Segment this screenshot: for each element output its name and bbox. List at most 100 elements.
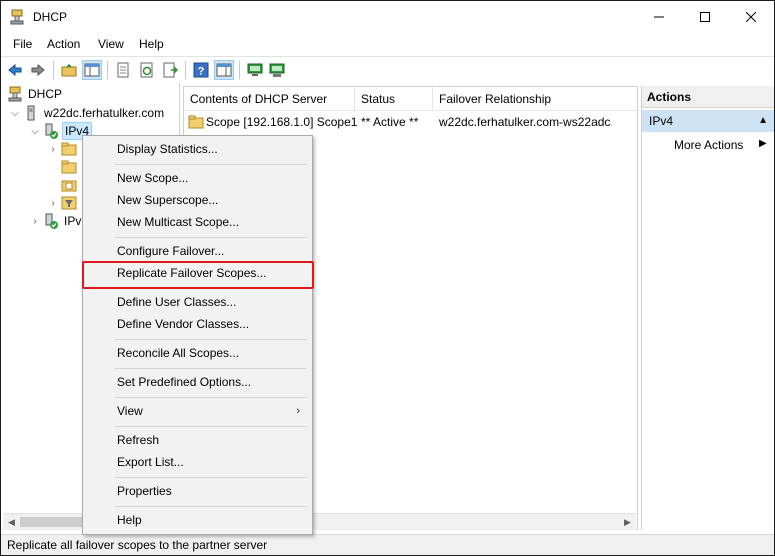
toolbar-separator: [107, 61, 108, 79]
tree-item-ipv6[interactable]: › IPv6: [29, 212, 90, 230]
menu-item-new-multicast-scope[interactable]: New Multicast Scope...: [85, 211, 310, 233]
list-item[interactable]: Scope [192.168.1.0] Scope1 ** Active ** …: [184, 113, 637, 131]
toolbar-separator: [185, 61, 186, 79]
column-header-status[interactable]: Status: [355, 87, 433, 111]
menu-item-view[interactable]: View ›: [85, 400, 310, 422]
folder-icon: [61, 142, 77, 156]
list-header: Contents of DHCP Server Status Failover …: [184, 87, 637, 111]
expand-chevron-icon[interactable]: ›: [47, 143, 59, 155]
menu-item-define-user-classes[interactable]: Define User Classes...: [85, 291, 310, 313]
forward-button[interactable]: [28, 60, 48, 80]
action-pane-icon: [216, 63, 232, 77]
title-bar: DHCP: [1, 1, 774, 32]
menu-separator: [115, 506, 307, 507]
scope-status: ** Active **: [361, 115, 419, 129]
scroll-thumb[interactable]: [20, 517, 82, 527]
show-hide-console-tree-button[interactable]: [82, 60, 102, 80]
export-list-toolbar-button[interactable]: [160, 60, 180, 80]
forward-arrow-icon: [31, 63, 45, 77]
actions-pane: Actions IPv4 ▲ More Actions ▶: [641, 86, 774, 530]
submenu-arrow-icon: ›: [296, 405, 300, 417]
actions-title: Actions: [642, 86, 774, 108]
toolbar-separator: [53, 61, 54, 79]
help-icon: ?: [193, 62, 209, 78]
menu-separator: [115, 397, 307, 398]
expand-chevron-icon[interactable]: ›: [29, 215, 41, 227]
help-toolbar-button[interactable]: ?: [191, 60, 211, 80]
menu-item-set-predefined-options[interactable]: Set Predefined Options...: [85, 371, 310, 393]
console-tree-icon: [84, 63, 100, 77]
tree-item-policies[interactable]: [59, 176, 80, 194]
status-text: Replicate all failover scopes to the par…: [7, 538, 268, 552]
scroll-right-icon[interactable]: ▶: [619, 514, 636, 530]
computer-icon: [247, 63, 263, 76]
up-one-level-button[interactable]: [59, 60, 79, 80]
dhcp-app-icon: [10, 9, 24, 25]
collapse-chevron-icon[interactable]: ⌵: [9, 107, 21, 119]
scroll-left-icon[interactable]: ◀: [3, 514, 20, 530]
collapse-up-icon[interactable]: ▲: [758, 110, 768, 132]
dhcp-root-icon: [8, 86, 22, 102]
tree-item-filters[interactable]: ›: [47, 194, 80, 212]
menu-bar: File Action View Help: [1, 33, 774, 55]
window-title: DHCP: [33, 10, 68, 24]
submenu-arrow-icon: ▶: [759, 138, 767, 149]
toolbar-separator: [239, 61, 240, 79]
show-hide-action-pane-button[interactable]: [214, 60, 234, 80]
menu-action[interactable]: Action: [47, 37, 80, 51]
document-icon: [117, 62, 129, 78]
close-icon: [746, 11, 756, 22]
menu-help[interactable]: Help: [139, 37, 164, 51]
menu-item-new-superscope[interactable]: New Superscope...: [85, 189, 310, 211]
menu-item-new-scope[interactable]: New Scope...: [85, 167, 310, 189]
menu-item-refresh[interactable]: Refresh: [85, 429, 310, 451]
menu-view[interactable]: View: [98, 37, 124, 51]
menu-item-define-vendor-classes[interactable]: Define Vendor Classes...: [85, 313, 310, 335]
scope-name: Scope [192.168.1.0] Scope1: [206, 115, 358, 129]
scope-toolbar-button[interactable]: [267, 60, 287, 80]
filter-icon: [61, 196, 77, 210]
column-header-contents[interactable]: Contents of DHCP Server: [184, 87, 355, 111]
tree-item-dhcp[interactable]: DHCP: [5, 85, 64, 103]
ipv4-icon: [45, 123, 58, 139]
expand-chevron-icon[interactable]: ›: [47, 197, 59, 209]
maximize-button[interactable]: [682, 1, 728, 32]
highlight-annotation-box: [82, 261, 314, 289]
menu-separator: [115, 368, 307, 369]
more-actions-link[interactable]: More Actions: [674, 138, 743, 152]
minimize-icon: [654, 16, 664, 17]
column-header-failover[interactable]: Failover Relationship: [433, 87, 637, 111]
tree-item-scope[interactable]: ›: [47, 140, 80, 158]
menu-separator: [115, 426, 307, 427]
refresh-toolbar-button[interactable]: [137, 60, 157, 80]
menu-item-properties[interactable]: Properties: [85, 480, 310, 502]
menu-item-display-statistics[interactable]: Display Statistics...: [85, 138, 310, 160]
menu-item-export-list[interactable]: Export List...: [85, 451, 310, 473]
menu-item-help[interactable]: Help: [85, 509, 310, 531]
export-icon: [163, 62, 178, 78]
menu-separator: [115, 237, 307, 238]
server-icon: [27, 105, 35, 121]
tree-item-server-options[interactable]: [59, 158, 80, 176]
tree-item-server[interactable]: ⌵ w22dc.ferhatulker.com: [9, 104, 166, 122]
close-button[interactable]: [728, 1, 774, 32]
collapse-chevron-icon[interactable]: ⌵: [29, 125, 41, 137]
tree-label-dhcp: DHCP: [28, 87, 63, 101]
menu-file[interactable]: File: [13, 37, 32, 51]
back-button[interactable]: [5, 60, 25, 80]
menu-item-configure-failover[interactable]: Configure Failover...: [85, 240, 310, 262]
status-bar: Replicate all failover scopes to the par…: [1, 534, 774, 555]
server-toolbar-button[interactable]: [245, 60, 265, 80]
network-icon: [269, 63, 285, 77]
actions-group-ipv4[interactable]: IPv4 ▲: [642, 110, 774, 132]
minimize-button[interactable]: [636, 1, 682, 32]
folder-up-icon: [61, 64, 77, 77]
properties-toolbar-button[interactable]: [113, 60, 133, 80]
menu-item-reconcile-all-scopes[interactable]: Reconcile All Scopes...: [85, 342, 310, 364]
toolbar: ?: [1, 56, 774, 81]
scope-failover: w22dc.ferhatulker.com-ws22adc: [439, 115, 611, 129]
policy-folder-icon: [61, 180, 77, 192]
folder-icon: [61, 160, 77, 174]
menu-item-view-label: View: [117, 404, 143, 418]
refresh-icon: [140, 62, 153, 78]
